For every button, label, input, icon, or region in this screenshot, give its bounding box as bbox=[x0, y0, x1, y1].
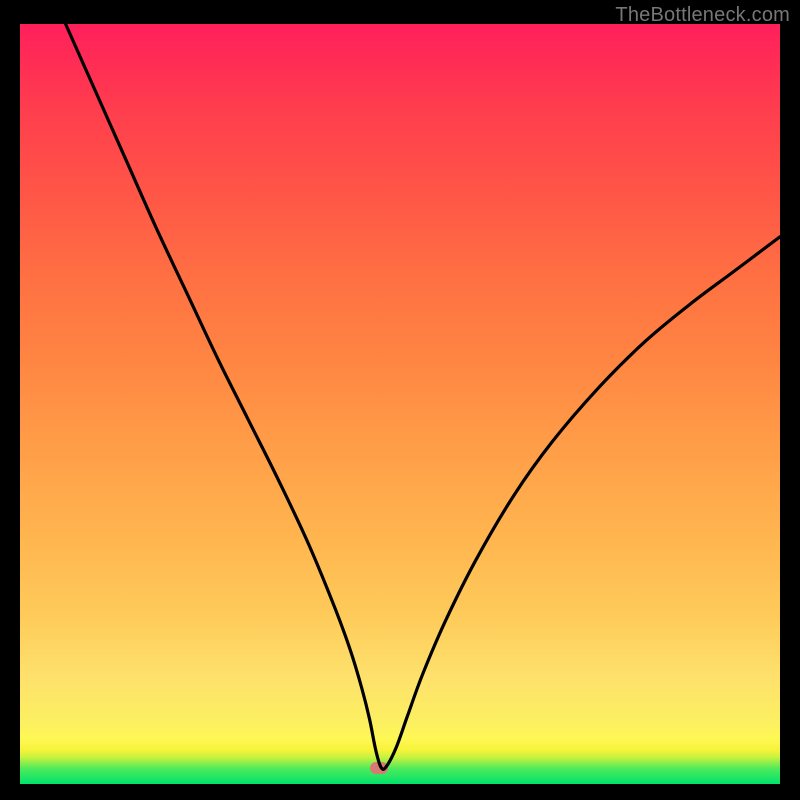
watermark-text: TheBottleneck.com bbox=[615, 4, 790, 27]
plot-area bbox=[20, 24, 780, 784]
curve-plot bbox=[20, 24, 780, 784]
chart-frame: TheBottleneck.com bbox=[0, 0, 800, 800]
bottleneck-curve bbox=[66, 24, 780, 769]
